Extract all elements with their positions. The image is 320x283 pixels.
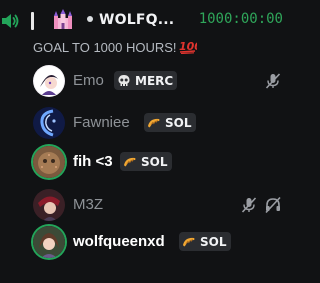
channel-status-text: GOAL TO 1000 HOURS! <box>33 40 177 55</box>
member-tag-label: SOL <box>200 234 227 249</box>
member-tag-label: SOL <box>165 115 192 130</box>
deafened-icon <box>265 196 281 214</box>
voice-member-row[interactable]: Fawniee SOL <box>0 105 302 141</box>
voice-member-row[interactable]: wolfqueenxd SOL <box>0 224 302 260</box>
dot-icon <box>87 16 93 22</box>
voice-member-row[interactable]: Emo MERC <box>0 63 302 99</box>
member-name: Fawniee <box>73 114 130 131</box>
croissant-icon <box>124 157 136 166</box>
avatar[interactable] <box>33 146 65 178</box>
avatar[interactable] <box>33 226 65 258</box>
voice-member-row[interactable]: fih <3 SOL <box>0 144 302 180</box>
mic-muted-icon <box>265 73 281 89</box>
castle-emoji-icon <box>54 9 72 29</box>
member-tag: SOL <box>144 113 196 132</box>
croissant-icon <box>183 237 195 246</box>
channel-name[interactable]: WOLFQ... <box>99 12 174 28</box>
header-divider <box>31 12 34 30</box>
mic-muted-icon <box>241 197 257 213</box>
channel-header[interactable]: WOLFQ... 1000:00:00 <box>0 6 302 36</box>
croissant-icon <box>148 118 160 127</box>
channel-status: GOAL TO 1000 HOURS! 100 <box>33 38 197 55</box>
hundred-points-emoji-icon: 100 <box>179 40 197 54</box>
skull-icon <box>118 74 130 86</box>
member-tag-label: MERC <box>135 73 174 88</box>
member-name: Emo <box>73 72 104 89</box>
member-name: M3Z <box>73 196 103 213</box>
member-tag: SOL <box>179 232 231 251</box>
avatar[interactable] <box>33 107 65 139</box>
voice-member-row[interactable]: M3Z <box>0 187 302 223</box>
channel-timer: 1000:00:00 <box>198 11 283 27</box>
member-name: fih <3 <box>73 153 113 170</box>
member-tag: MERC <box>114 71 178 90</box>
avatar[interactable] <box>33 189 65 221</box>
voice-channel-panel: WOLFQ... 1000:00:00 GOAL TO 1000 HOURS! … <box>0 0 302 283</box>
member-tag-label: SOL <box>141 154 168 169</box>
avatar[interactable] <box>33 65 65 97</box>
member-tag: SOL <box>120 152 172 171</box>
member-name: wolfqueenxd <box>73 233 165 250</box>
speaker-icon <box>2 14 19 28</box>
